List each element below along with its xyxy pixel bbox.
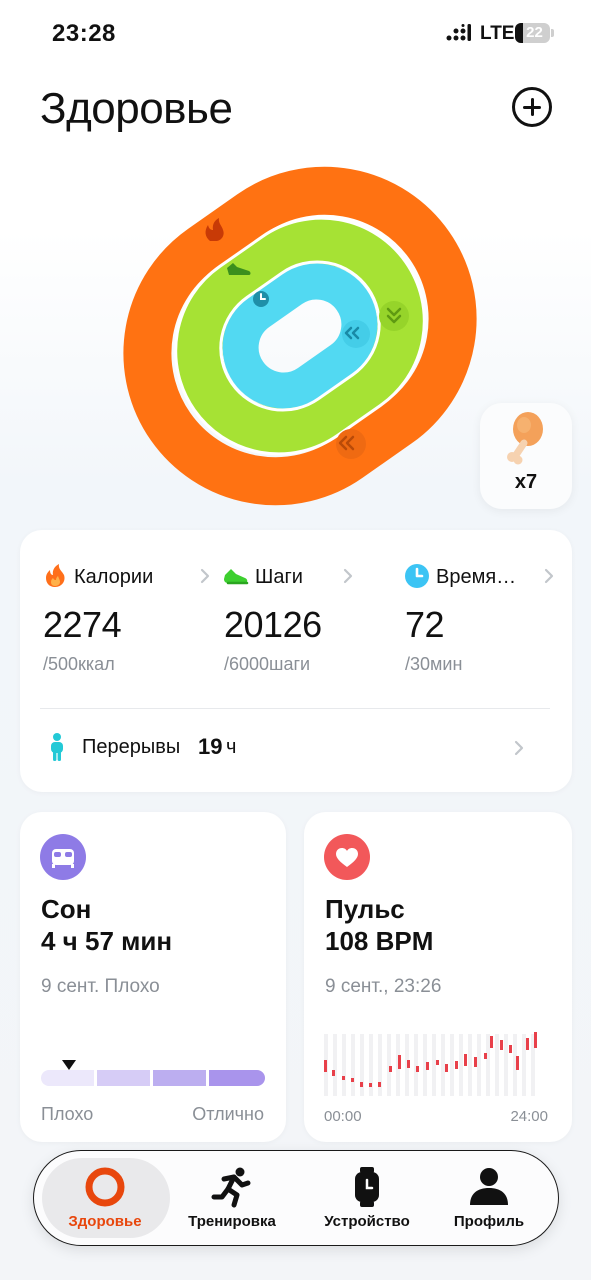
breaks-label: Перерывы: [82, 736, 181, 758]
standing-person-icon: [51, 733, 63, 761]
chevron-right-icon: [544, 568, 554, 584]
battery-level: 22: [526, 24, 543, 41]
metric-label: Калории: [74, 566, 154, 588]
sleep-duration: 4 ч 57 мин: [41, 926, 173, 956]
pulse-axis-start: 00:00: [324, 1108, 362, 1125]
metric-goal: /500ккал: [43, 654, 115, 674]
metric-time[interactable]: Время… 72 /30мин: [404, 560, 564, 680]
breaks-value: 19: [198, 734, 223, 759]
drumstick-icon: [507, 412, 543, 465]
food-count: x7: [514, 471, 538, 493]
runner-icon: [211, 1167, 251, 1208]
add-button[interactable]: [512, 87, 552, 127]
metric-steps[interactable]: Шаги 20126 /6000шаги: [223, 560, 388, 680]
sleep-quality-marker: [62, 1060, 76, 1070]
metric-calories[interactable]: Калории 2274 /500ккал: [42, 560, 210, 680]
sleep-title: Сон: [41, 894, 92, 924]
tab-label: Устройство: [324, 1213, 410, 1230]
metric-value: 20126: [224, 604, 322, 645]
tab-label: Тренировка: [188, 1213, 276, 1230]
network-label: LTE: [480, 23, 515, 44]
breaks-unit: ч: [226, 736, 237, 758]
person-icon: [470, 1168, 508, 1205]
battery-icon: 22: [515, 23, 554, 43]
sneaker-icon: [224, 569, 249, 585]
metric-goal: /30мин: [405, 654, 463, 674]
pulse-axis-end: 24:00: [510, 1108, 548, 1125]
breaks-row[interactable]: Перерывы 19 ч: [20, 716, 572, 780]
signal-icon: [446, 24, 471, 41]
sleep-card[interactable]: Сон 4 ч 57 мин 9 сент. Плохо Плохо Отлич…: [20, 812, 286, 1142]
activity-card: Калории 2274 /500ккал Шаги 20126 /6000ша…: [20, 530, 572, 792]
flame-icon: [46, 564, 65, 587]
status-bar: 23:28 LTE 22: [0, 0, 591, 66]
bed-icon: [40, 834, 86, 880]
health-ring-icon: [85, 1167, 125, 1207]
metric-value: 72: [405, 604, 445, 645]
sleep-date: 9 сент. Плохо: [41, 976, 160, 997]
status-time: 23:28: [52, 20, 116, 47]
chevron-right-icon: [514, 740, 524, 756]
tab-health[interactable]: Здоровье: [34, 1151, 176, 1245]
sleep-quality-bar: [41, 1070, 265, 1086]
sleep-scale-high: Отлично: [192, 1104, 264, 1124]
food-card[interactable]: x7: [480, 403, 572, 509]
clock-icon: [405, 564, 429, 588]
pulse-title: Пульс: [325, 894, 405, 924]
metric-label: Шаги: [255, 566, 303, 588]
metric-value: 2274: [43, 604, 122, 645]
bottom-tab-bar: Здоровье Тренировка Устройство Профиль: [33, 1150, 559, 1246]
metric-label: Время…: [436, 566, 517, 588]
watch-icon: [355, 1167, 379, 1207]
pulse-card[interactable]: Пульс 108 BPM 9 сент., 23:26 00:00 24:00: [304, 812, 572, 1142]
chevron-right-icon: [200, 568, 210, 584]
tab-label: Профиль: [453, 1213, 525, 1230]
activity-rings[interactable]: [120, 166, 480, 506]
chevron-right-icon: [343, 568, 353, 584]
tab-label: Здоровье: [68, 1213, 142, 1230]
tab-device[interactable]: Устройство: [297, 1151, 437, 1245]
sleep-scale-low: Плохо: [41, 1104, 94, 1124]
pulse-chart: [324, 1032, 537, 1096]
divider: [40, 708, 550, 709]
page-title: Здоровье: [40, 84, 233, 133]
tab-profile[interactable]: Профиль: [419, 1151, 559, 1245]
metric-goal: /6000шаги: [224, 654, 311, 674]
pulse-value: 108 BPM: [325, 926, 434, 956]
tab-workout[interactable]: Тренировка: [162, 1151, 302, 1245]
pulse-date: 9 сент., 23:26: [325, 976, 442, 997]
heart-icon: [324, 834, 370, 880]
